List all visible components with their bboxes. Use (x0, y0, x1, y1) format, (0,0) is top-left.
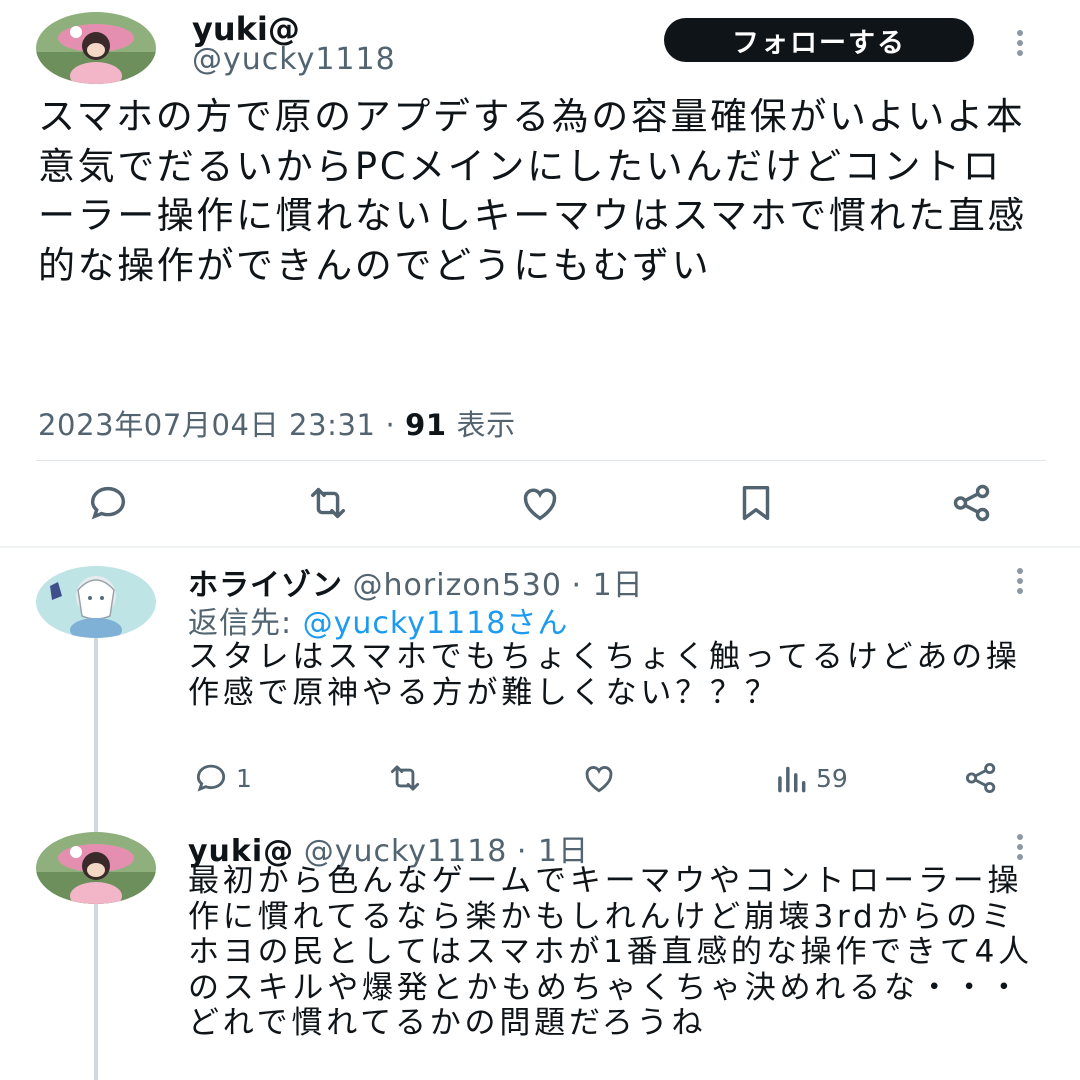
retweet-icon[interactable] (298, 478, 358, 528)
reply-count: 1 (236, 763, 252, 793)
avatar-image (36, 12, 156, 84)
share-icon[interactable] (962, 758, 1000, 798)
divider (36, 460, 1046, 461)
bookmark-icon[interactable] (726, 478, 786, 528)
follow-button[interactable]: フォローする (664, 18, 974, 62)
reply-avatar[interactable] (36, 832, 156, 904)
replying-to-label: 返信先: (188, 606, 293, 641)
tweet-meta: 2023年07月04日 23:31 · 91 表示 (38, 402, 516, 444)
user-avatar[interactable] (36, 12, 156, 84)
analytics-icon (778, 766, 806, 793)
more-options-icon[interactable] (1016, 834, 1024, 864)
reply-text: スタレはスマホでもちょくちょく触ってるけどあの操作感で原神やる方が難しくない？？… (188, 639, 1021, 711)
replying-to-link[interactable]: @yucky1118さん (303, 606, 569, 641)
reply-avatar[interactable] (36, 566, 156, 638)
tweet-datetime[interactable]: 2023年07月04日 23:31 (38, 408, 376, 442)
reply-time[interactable]: · 1日 (572, 568, 644, 603)
more-options-icon[interactable] (1016, 568, 1024, 598)
avatar-image (36, 832, 156, 904)
views-button[interactable]: 59 (772, 758, 848, 798)
main-tweet: yuki@ @yucky1118 フォローする スマホの方で原のアプデする為の容… (0, 0, 1080, 548)
reply-text: 最初から色んなゲームでキーマウやコントローラー操作に慣れてるなら楽かもしれんけど… (188, 863, 1033, 1041)
retweet-icon[interactable] (386, 758, 424, 798)
share-icon[interactable] (942, 478, 1002, 528)
section-divider (0, 546, 1080, 548)
tweet-text: スマホの方で原のアプデする為の容量確保がいよいよ本意気でだるいからPCメインにし… (38, 95, 1027, 287)
more-options-icon[interactable] (1016, 30, 1024, 60)
author-handle[interactable]: @yucky1118 (192, 42, 396, 77)
reply-icon (196, 764, 226, 792)
like-icon[interactable] (580, 758, 618, 798)
avatar-image (36, 566, 156, 638)
views-label: 表示 (456, 408, 516, 442)
reply-button[interactable]: 1 (192, 758, 252, 798)
reply-icon[interactable] (78, 478, 138, 528)
replying-to: 返信先: @yucky1118さん (188, 598, 568, 642)
view-count: 59 (816, 763, 848, 793)
views-count: 91 (405, 408, 447, 442)
like-icon[interactable] (510, 478, 570, 528)
tweet-actions (0, 478, 1080, 528)
reply-actions: 1 59 (0, 758, 1080, 798)
meta-separator: · (385, 408, 396, 442)
